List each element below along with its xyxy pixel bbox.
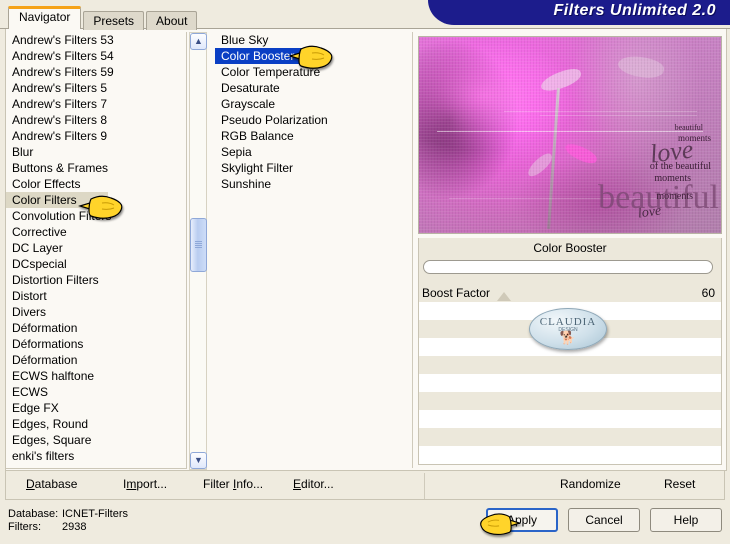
preview-text-love-2: love	[636, 203, 662, 222]
scrollbar-thumb[interactable]	[190, 217, 207, 272]
category-item[interactable]: Déformations	[6, 336, 186, 352]
category-item[interactable]: Distortion Filters	[6, 272, 186, 288]
filter-item[interactable]: Blue Sky	[215, 32, 411, 48]
preview-text-beautiful-1: beautiful	[674, 123, 703, 132]
category-item[interactable]: Andrew's Filters 8	[6, 112, 186, 128]
menu-editor[interactable]: Editor...	[293, 477, 334, 491]
scroll-down-icon[interactable]: ▼	[190, 452, 207, 469]
parameter-row-empty	[419, 428, 721, 446]
category-item[interactable]: DC Layer	[6, 240, 186, 256]
category-item[interactable]: Andrew's Filters 54	[6, 48, 186, 64]
slider-handle[interactable]	[497, 292, 511, 301]
tab-navigator[interactable]: Navigator	[8, 6, 82, 29]
panel-divider	[412, 32, 413, 468]
filter-item[interactable]: Pseudo Polarization	[215, 112, 411, 128]
filter-item[interactable]: Desaturate	[215, 80, 411, 96]
tab-about[interactable]: About	[146, 11, 198, 30]
category-item[interactable]: Andrew's Filters 5	[6, 80, 186, 96]
grip-icon	[195, 241, 202, 249]
preview-text-moments-3: moments	[656, 191, 693, 202]
parameter-row-empty	[419, 356, 721, 374]
filter-item[interactable]: Sunshine	[215, 176, 411, 192]
preview-panel: beautiful moments love of the beautiful …	[418, 32, 723, 468]
parameter-area: Boost Factor 60 CLAUDIA DESIGN 🐕	[418, 284, 722, 465]
scroll-up-icon[interactable]: ▲	[190, 33, 207, 50]
filter-list[interactable]: Blue Sky Color Booster Color Temperature De…	[215, 32, 411, 468]
category-item[interactable]: Déformation	[6, 352, 186, 368]
menu-filter-info[interactable]: Filter Info...	[203, 477, 263, 491]
category-item[interactable]: Distort	[6, 288, 186, 304]
preset-name-input[interactable]	[423, 260, 713, 274]
dialog-buttons: Apply Cancel Help	[486, 508, 722, 532]
filter-item[interactable]: RGB Balance	[215, 128, 411, 144]
menu-reset[interactable]: Reset	[664, 477, 695, 491]
cancel-button[interactable]: Cancel	[568, 508, 640, 532]
category-item[interactable]: Déformation	[6, 320, 186, 336]
category-item[interactable]: Edges, Square	[6, 432, 186, 448]
parameter-row-empty	[419, 374, 721, 392]
status-filters-label: Filters:	[8, 521, 41, 533]
menu-import[interactable]: Import...	[123, 477, 167, 491]
category-item[interactable]: Color Filters	[6, 192, 108, 208]
apply-button[interactable]: Apply	[486, 508, 558, 532]
category-item[interactable]: Divers	[6, 304, 186, 320]
category-item[interactable]: Andrew's Filters 9	[6, 128, 186, 144]
parameter-value: 60	[701, 286, 715, 300]
filter-item[interactable]: Color Booster	[215, 48, 311, 64]
status-database-value: ICNET-Filters	[62, 508, 128, 520]
category-item[interactable]: enki's filters	[6, 448, 186, 464]
menu-database[interactable]: Database	[26, 477, 77, 491]
category-item[interactable]: Blur	[6, 144, 186, 160]
preset-field-row	[418, 258, 722, 284]
preview-text-of-the-beautiful: of the beautiful	[649, 161, 711, 172]
menu-randomize[interactable]: Randomize	[560, 477, 621, 491]
filters-unlimited-window: Filters Unlimited 2.0 Navigator Presets …	[0, 0, 730, 544]
preview-image[interactable]: beautiful moments love of the beautiful …	[418, 36, 722, 234]
status-database-label: Database:	[8, 508, 59, 520]
category-list-scrollbar[interactable]: ▲ ▼	[189, 32, 207, 470]
tab-strip: Navigator Presets About	[8, 6, 199, 30]
parameter-row[interactable]: Boost Factor 60	[419, 284, 721, 302]
category-item[interactable]: Andrew's Filters 7	[6, 96, 186, 112]
filter-item[interactable]: Sepia	[215, 144, 411, 160]
parameter-label: Boost Factor	[422, 286, 491, 300]
effect-title: Color Booster	[418, 238, 722, 258]
category-item[interactable]: DCspecial	[6, 256, 186, 272]
category-item[interactable]: Buttons & Frames	[6, 160, 186, 176]
category-item[interactable]: Color Effects	[6, 176, 186, 192]
status-bar: Database: ICNET-Filters Filters: 2938	[8, 508, 128, 534]
parameter-row-empty	[419, 392, 721, 410]
category-item[interactable]: Corrective	[6, 224, 186, 240]
category-item[interactable]: ECWS	[6, 384, 186, 400]
category-item[interactable]: ECWS halftone	[6, 368, 186, 384]
category-item[interactable]: Andrew's Filters 53	[6, 32, 186, 48]
parameter-row-empty	[419, 446, 721, 464]
category-item[interactable]: Edges, Round	[6, 416, 186, 432]
filter-item[interactable]: Skylight Filter	[215, 160, 411, 176]
filter-item[interactable]: Color Temperature	[215, 64, 411, 80]
status-filters-value: 2938	[62, 521, 87, 533]
category-list[interactable]: Andrew's Filters 53 Andrew's Filters 54 An…	[6, 32, 187, 469]
preview-artwork: beautiful moments love of the beautiful …	[419, 37, 721, 233]
help-button[interactable]: Help	[650, 508, 722, 532]
watermark-animal-icon: 🐕	[559, 329, 577, 345]
filter-item[interactable]: Grayscale	[215, 96, 411, 112]
app-title: Filters Unlimited 2.0	[553, 2, 716, 19]
category-item[interactable]: Edge FX	[6, 400, 186, 416]
category-item[interactable]: Convolution Filters	[6, 208, 186, 224]
category-item[interactable]: Andrew's Filters 59	[6, 64, 186, 80]
tab-presets[interactable]: Presets	[83, 11, 145, 30]
menu-separator	[424, 473, 425, 499]
parameter-row-empty	[419, 410, 721, 428]
menu-bar: Database Import... Filter Info... Editor…	[5, 470, 725, 500]
claudia-watermark: CLAUDIA DESIGN 🐕	[529, 308, 607, 350]
